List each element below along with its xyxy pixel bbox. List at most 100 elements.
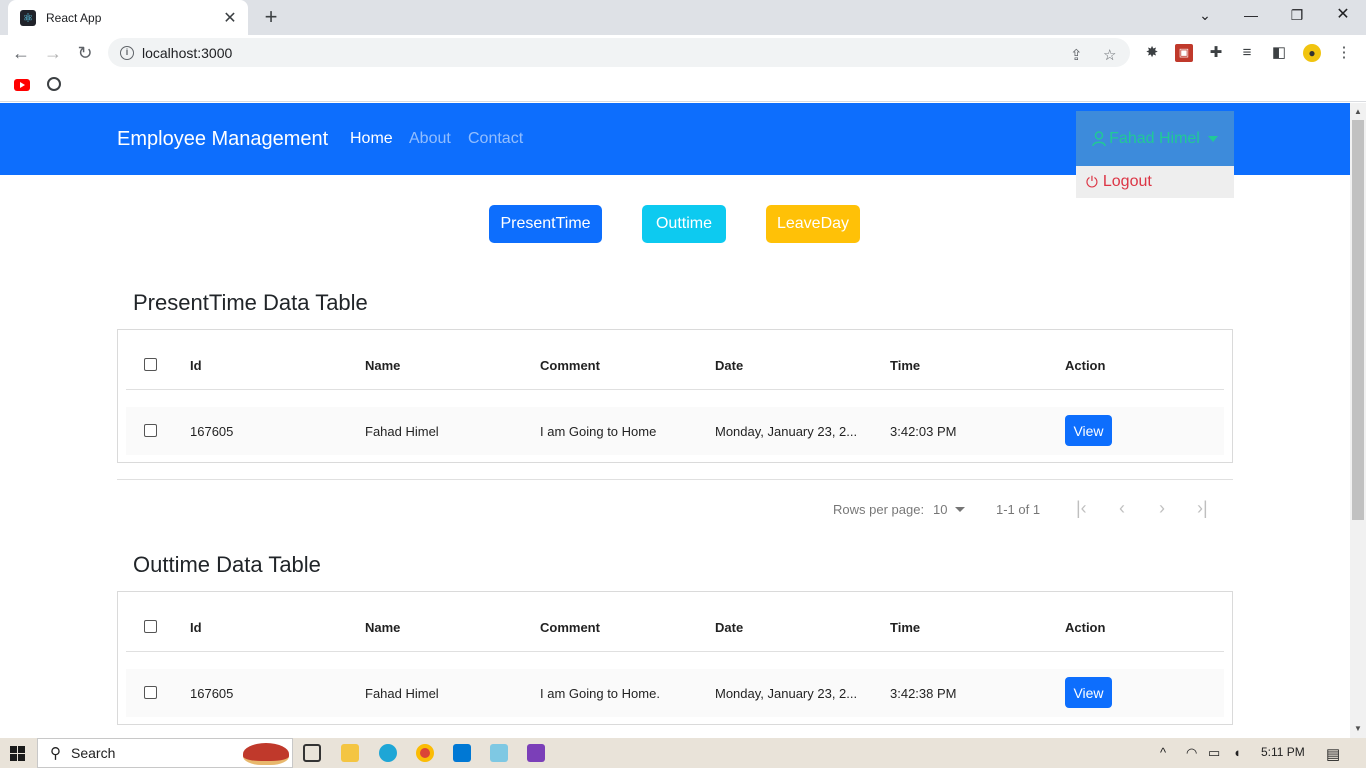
menu-icon[interactable]: ⋮ xyxy=(1335,44,1353,62)
browser-toolbar: ← → ↻ i localhost:3000 ⇪ ☆ ✸ ▣ ✚ ≡ ◧ ● ⋮ xyxy=(0,35,1366,69)
scroll-down-icon[interactable]: ▼ xyxy=(1354,724,1362,733)
outtime-button[interactable]: Outtime xyxy=(642,205,726,243)
column-header[interactable]: Date xyxy=(715,620,743,635)
address-bar[interactable]: i localhost:3000 ⇪ ☆ xyxy=(108,38,1130,67)
logout-label: Logout xyxy=(1102,173,1152,190)
extension-icon[interactable]: ✸ xyxy=(1143,44,1161,62)
column-header[interactable]: Id xyxy=(190,620,202,635)
column-header[interactable]: Id xyxy=(190,358,202,373)
volume-icon[interactable]: ◖ xyxy=(1233,745,1241,760)
battery-icon[interactable]: ▭ xyxy=(1208,745,1220,761)
wifi-icon[interactable]: ◠ xyxy=(1186,745,1197,761)
user-icon xyxy=(1092,130,1106,146)
present-table-title: PresentTime Data Table xyxy=(133,290,368,315)
navbar: Employee Management Home About Contact F… xyxy=(0,103,1350,175)
page-scrollbar[interactable]: ▲ ▼ xyxy=(1350,103,1366,738)
column-header[interactable]: Time xyxy=(890,358,920,373)
navbar-brand[interactable]: Employee Management xyxy=(117,128,328,151)
notepad-icon[interactable] xyxy=(490,744,508,762)
notification-icon[interactable]: ▤ xyxy=(1326,745,1340,763)
chrome-icon[interactable] xyxy=(416,744,434,762)
back-button[interactable]: ← xyxy=(8,40,34,66)
tab-title: React App xyxy=(46,10,102,25)
restore-button[interactable]: ❐ xyxy=(1274,0,1320,30)
next-page-icon[interactable]: › xyxy=(1159,498,1165,519)
clock[interactable]: 5:11 PM xyxy=(1261,745,1305,759)
cell-name: Fahad Himel xyxy=(365,686,439,701)
extension-icon[interactable]: ▣ xyxy=(1175,44,1193,62)
globe-icon[interactable] xyxy=(47,77,61,91)
forward-button[interactable]: → xyxy=(40,40,66,66)
pagination-bar: Rows per page: 10 1-1 of 1 |‹ ‹ › ›| xyxy=(117,479,1233,537)
browser-tab[interactable]: ⚛ React App ✕ xyxy=(8,0,248,35)
media-icon[interactable]: ≡ xyxy=(1238,44,1256,62)
file-explorer-icon[interactable] xyxy=(341,744,359,762)
cell-time: 3:42:38 PM xyxy=(890,686,957,701)
power-icon: ⏻ xyxy=(1086,173,1098,191)
scroll-up-icon[interactable]: ▲ xyxy=(1354,107,1362,116)
user-dropdown-toggle[interactable]: Fahad Himel xyxy=(1076,111,1234,166)
table-row[interactable]: 167605 Fahad Himel I am Going to Home. M… xyxy=(126,669,1224,717)
previous-page-icon[interactable]: ‹ xyxy=(1119,498,1125,519)
presenttime-button[interactable]: PresentTime xyxy=(489,205,602,243)
cell-date: Monday, January 23, 2... xyxy=(715,424,858,439)
bookmark-star-icon[interactable]: ☆ xyxy=(1103,46,1116,64)
user-name: Fahad Himel xyxy=(1109,129,1200,147)
page-viewport: Employee Management Home About Contact F… xyxy=(0,103,1350,738)
column-header[interactable]: Date xyxy=(715,358,743,373)
side-panel-icon[interactable]: ◧ xyxy=(1270,44,1288,62)
last-page-icon[interactable]: ›| xyxy=(1197,498,1208,519)
vscode-icon[interactable] xyxy=(453,744,471,762)
table-header: Id Name Comment Date Time Action xyxy=(126,592,1224,652)
visual-studio-icon[interactable] xyxy=(527,744,545,762)
column-header[interactable]: Name xyxy=(365,620,400,635)
column-header[interactable]: Comment xyxy=(540,620,600,635)
task-view-icon[interactable] xyxy=(303,744,321,762)
view-button[interactable]: View xyxy=(1065,677,1112,708)
select-all-checkbox[interactable] xyxy=(144,358,157,371)
close-window-button[interactable]: ✕ xyxy=(1320,0,1366,30)
present-data-table: Id Name Comment Date Time Action 167605 … xyxy=(117,329,1233,463)
taskbar: ⚲ Search ^ ◠ ▭ ◖ 5:11 PM ▤ xyxy=(0,738,1366,768)
windows-start-icon[interactable] xyxy=(10,746,25,761)
column-header: Action xyxy=(1065,358,1106,373)
nav-link-about[interactable]: About xyxy=(409,130,451,148)
nav-link-contact[interactable]: Contact xyxy=(468,130,523,148)
puzzle-icon[interactable]: ✚ xyxy=(1207,44,1225,62)
scrollbar-thumb[interactable] xyxy=(1352,120,1364,520)
row-checkbox[interactable] xyxy=(144,686,157,699)
leaveday-button[interactable]: LeaveDay xyxy=(766,205,860,243)
column-header: Action xyxy=(1065,620,1106,635)
share-icon[interactable]: ⇪ xyxy=(1070,46,1083,64)
taskbar-search[interactable]: ⚲ Search xyxy=(37,738,293,768)
first-page-icon[interactable]: |‹ xyxy=(1076,498,1087,519)
cell-comment: I am Going to Home xyxy=(540,424,657,439)
tab-search-icon[interactable]: ⌄ xyxy=(1182,0,1228,30)
column-header[interactable]: Name xyxy=(365,358,400,373)
rows-per-page-select[interactable]: 10 xyxy=(933,502,947,517)
select-all-checkbox[interactable] xyxy=(144,620,157,633)
nav-link-home[interactable]: Home xyxy=(350,130,393,148)
cell-comment: I am Going to Home. xyxy=(540,686,660,701)
chevron-up-icon[interactable]: ^ xyxy=(1160,745,1166,760)
page-range: 1-1 of 1 xyxy=(996,502,1041,517)
new-tab-button[interactable]: + xyxy=(258,4,284,30)
edge-icon[interactable] xyxy=(379,744,397,762)
view-button[interactable]: View xyxy=(1065,415,1112,446)
table-row[interactable]: 167605 Fahad Himel I am Going to Home Mo… xyxy=(126,407,1224,455)
minimize-button[interactable]: — xyxy=(1228,0,1274,30)
column-header[interactable]: Time xyxy=(890,620,920,635)
info-icon[interactable]: i xyxy=(120,45,134,60)
react-icon: ⚛ xyxy=(20,9,36,26)
rows-per-page-label: Rows per page: xyxy=(833,502,925,517)
caret-down-icon[interactable] xyxy=(955,507,965,512)
row-checkbox[interactable] xyxy=(144,424,157,437)
profile-avatar-icon[interactable]: ● xyxy=(1303,44,1321,62)
close-tab-icon[interactable]: ✕ xyxy=(222,8,238,28)
reload-button[interactable]: ↻ xyxy=(72,40,98,66)
column-header[interactable]: Comment xyxy=(540,358,600,373)
caret-down-icon xyxy=(1207,135,1218,142)
search-highlight-icon xyxy=(243,743,289,765)
youtube-icon[interactable] xyxy=(14,79,30,91)
logout-menu-item[interactable]: ⏻ Logout xyxy=(1076,166,1234,198)
